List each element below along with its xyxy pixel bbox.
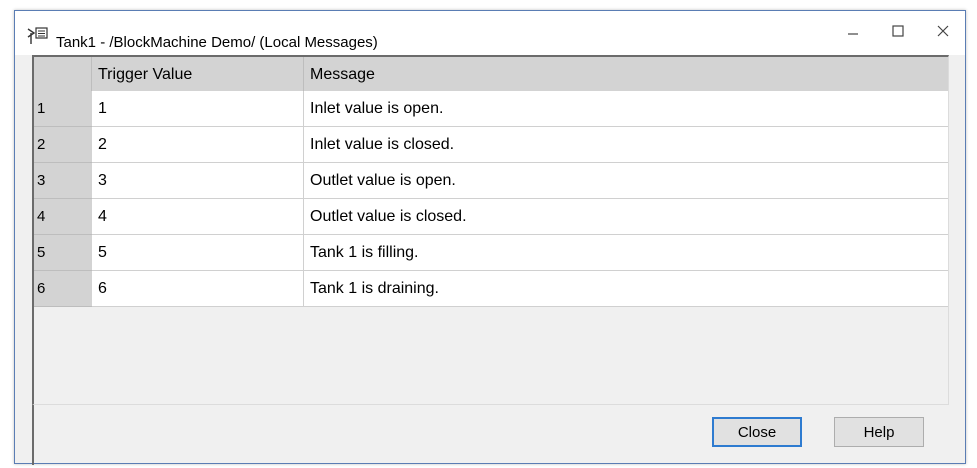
table-row[interactable]: 1 1 Inlet value is open. — [34, 91, 948, 127]
trigger-value-cell[interactable]: 4 — [92, 199, 304, 235]
table-row[interactable]: 3 3 Outlet value is open. — [34, 163, 948, 199]
row-header[interactable]: 5 — [34, 235, 92, 271]
table-row[interactable]: 6 6 Tank 1 is draining. — [34, 271, 948, 307]
row-header[interactable]: 1 — [34, 91, 92, 127]
column-header-message[interactable]: Message — [304, 57, 948, 91]
message-cell[interactable]: Tank 1 is draining. — [304, 271, 948, 307]
frame-divider — [32, 405, 34, 465]
trigger-value-cell[interactable]: 1 — [92, 91, 304, 127]
trigger-value-cell[interactable]: 3 — [92, 163, 304, 199]
row-header[interactable]: 2 — [34, 127, 92, 163]
message-cell[interactable]: Inlet value is open. — [304, 91, 948, 127]
message-cell[interactable]: Outlet value is open. — [304, 163, 948, 199]
close-button[interactable]: Close — [712, 417, 802, 447]
window-close-button[interactable] — [923, 19, 963, 47]
table-row[interactable]: 5 5 Tank 1 is filling. — [34, 235, 948, 271]
messages-grid[interactable]: Trigger Value Message 1 1 Inlet value is… — [32, 55, 949, 405]
table-row[interactable]: 4 4 Outlet value is closed. — [34, 199, 948, 235]
window-title: Tank1 - /BlockMachine Demo/ (Local Messa… — [56, 34, 378, 51]
row-header[interactable]: 4 — [34, 199, 92, 235]
grid-header: Trigger Value Message — [34, 57, 948, 92]
help-button[interactable]: Help — [834, 417, 924, 447]
corner-header-cell[interactable] — [34, 57, 92, 91]
row-header[interactable]: 6 — [34, 271, 92, 307]
maximize-button[interactable] — [878, 19, 918, 47]
trigger-value-cell[interactable]: 6 — [92, 271, 304, 307]
column-header-trigger-value[interactable]: Trigger Value — [92, 57, 304, 91]
close-icon — [937, 24, 949, 42]
row-header[interactable]: 3 — [34, 163, 92, 199]
title-bar[interactable]: Tank1 - /BlockMachine Demo/ (Local Messa… — [15, 11, 965, 55]
message-list-icon — [26, 27, 48, 45]
trigger-value-cell[interactable]: 5 — [92, 235, 304, 271]
message-cell[interactable]: Outlet value is closed. — [304, 199, 948, 235]
message-cell[interactable]: Tank 1 is filling. — [304, 235, 948, 271]
minimize-icon — [847, 24, 859, 42]
trigger-value-cell[interactable]: 2 — [92, 127, 304, 163]
table-row[interactable]: 2 2 Inlet value is closed. — [34, 127, 948, 163]
message-cell[interactable]: Inlet value is closed. — [304, 127, 948, 163]
maximize-icon — [892, 24, 904, 42]
minimize-button[interactable] — [833, 19, 873, 47]
local-messages-window: Tank1 - /BlockMachine Demo/ (Local Messa… — [14, 10, 966, 465]
